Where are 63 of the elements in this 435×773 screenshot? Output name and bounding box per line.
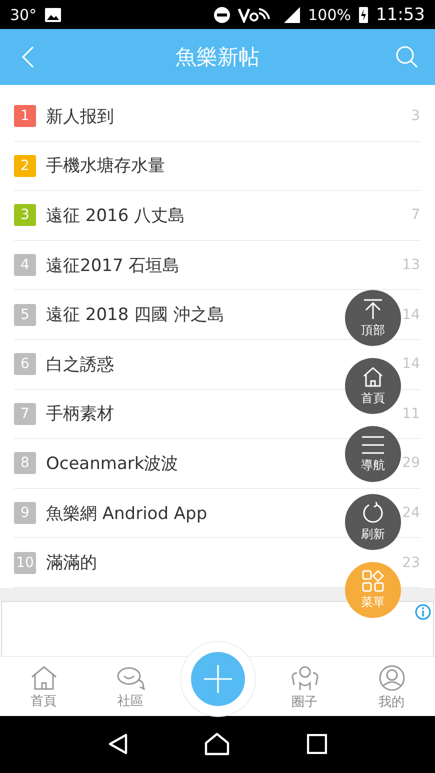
battery-percent: 100% — [308, 6, 351, 24]
nav-tab[interactable]: 我的 — [348, 661, 435, 712]
rank-number: 9 — [14, 502, 36, 524]
forum-title: Oceanmark波波 — [46, 452, 178, 475]
post-count: 14 — [402, 356, 420, 372]
forum-title: 魚樂網 Andriod App — [46, 502, 208, 525]
home-icon[interactable] — [204, 732, 230, 756]
floating-action-button[interactable]: 刷新 — [345, 494, 401, 550]
battery-charging-icon — [359, 6, 368, 22]
add-post-button[interactable] — [190, 652, 244, 706]
nav-tab[interactable]: 首頁 — [0, 662, 87, 710]
floating-action-button[interactable]: 導航 — [345, 426, 401, 482]
temperature: 30° — [10, 6, 37, 24]
rank-number: 5 — [14, 304, 36, 326]
clock-time: 11:53 — [376, 4, 425, 24]
floating-action-button[interactable]: 菜單 — [345, 562, 401, 618]
forum-title: 手機水塘存水量 — [46, 155, 165, 178]
rank-number: 8 — [14, 452, 36, 474]
home-icon — [30, 666, 56, 690]
rank-number: 7 — [14, 402, 36, 425]
image-icon — [44, 8, 61, 22]
forum-title: 手柄素材 — [46, 403, 114, 426]
floating-action-button[interactable]: 首頁 — [345, 358, 401, 414]
page-title: 魚樂新帖 — [176, 44, 260, 71]
arrow-up-icon — [362, 298, 384, 320]
refresh-icon — [362, 502, 384, 524]
do-not-disturb-icon — [214, 6, 230, 22]
rank-number: 6 — [14, 353, 36, 376]
rank-number: 1 — [14, 105, 36, 128]
forum-title: 白之誘惑 — [46, 354, 114, 376]
nav-tab[interactable]: 圈子 — [261, 661, 348, 712]
info-icon[interactable] — [415, 604, 431, 620]
post-count: 24 — [402, 505, 420, 522]
forum-title: 新人报到 — [46, 106, 114, 128]
rank-number: 10 — [14, 552, 36, 574]
floating-action-button[interactable]: 頂部 — [345, 290, 401, 346]
rank-number: 3 — [14, 204, 36, 226]
post-count: 3 — [411, 108, 420, 124]
recent-apps-icon[interactable] — [306, 734, 327, 754]
forum-title: 遠征 2016 八丈島 — [46, 204, 186, 227]
search-icon — [395, 45, 419, 69]
post-count: 11 — [402, 406, 420, 422]
plus-icon — [204, 665, 232, 694]
post-count: 14 — [402, 306, 420, 323]
volte-wifi-icon — [238, 6, 272, 22]
post-count: 29 — [402, 455, 420, 472]
people-group-icon — [290, 665, 318, 692]
nav-tab[interactable]: 社區 — [87, 662, 174, 710]
post-count: 23 — [402, 554, 420, 571]
back-chevron-icon — [21, 45, 35, 69]
user-icon — [378, 665, 404, 692]
back-icon[interactable] — [108, 733, 128, 756]
grid-icon — [362, 570, 384, 592]
menu-icon — [361, 434, 385, 454]
post-count: 7 — [411, 207, 420, 224]
forum-title: 遠征 2018 四國 沖之島 — [46, 304, 224, 326]
forum-title: 滿滿的 — [46, 552, 97, 574]
forum-title: 遠征2017 石垣島 — [46, 254, 180, 277]
post-count: 13 — [402, 257, 420, 274]
chat-bubbles-icon — [116, 666, 144, 690]
rank-number: 2 — [14, 154, 36, 177]
home-icon — [362, 366, 384, 388]
rank-number: 4 — [14, 254, 36, 276]
